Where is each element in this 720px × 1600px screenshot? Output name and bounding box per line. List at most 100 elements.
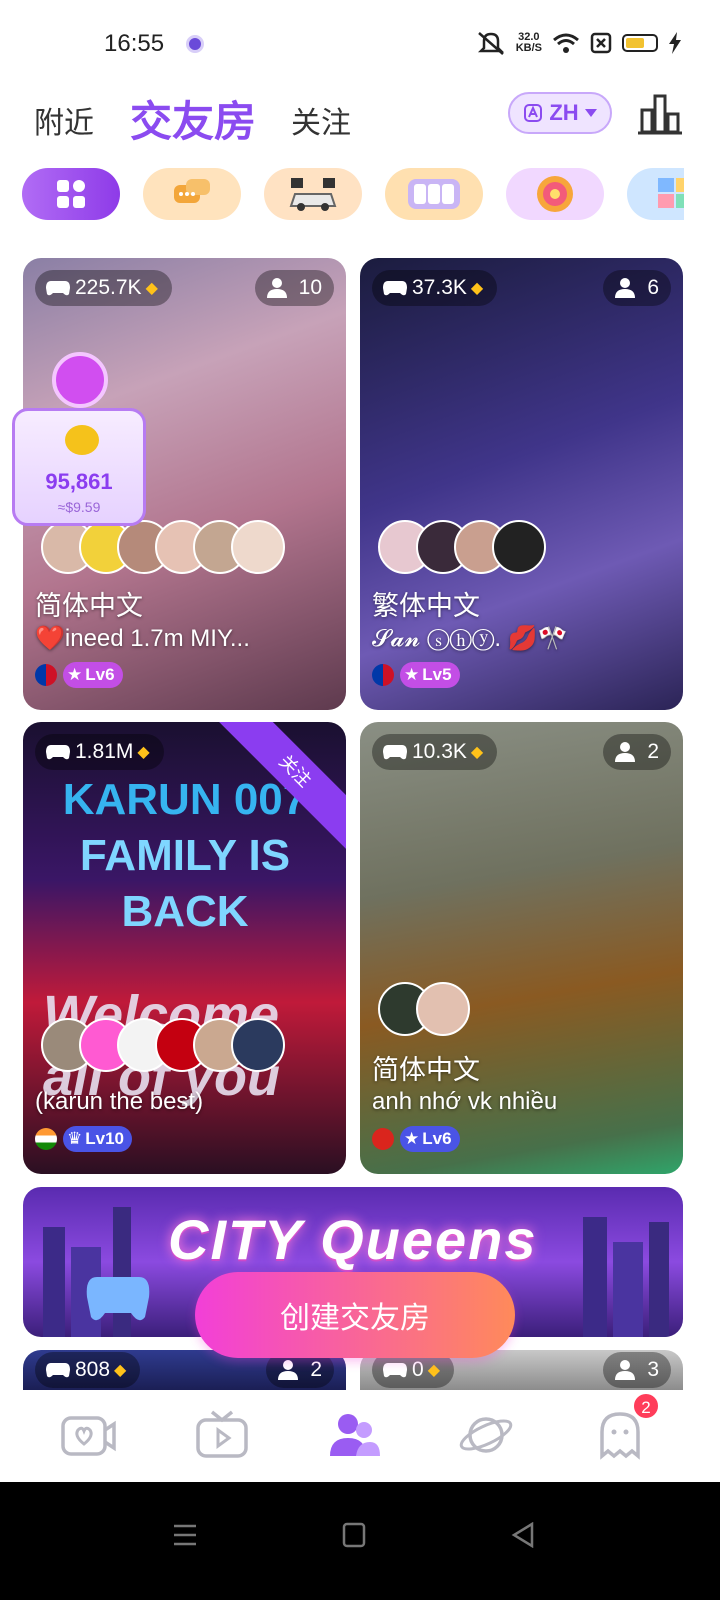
coin-usd-value: ≈$9.59 — [57, 499, 101, 515]
tv-icon[interactable] — [194, 1410, 250, 1460]
language-selector[interactable]: ZH — [508, 92, 612, 134]
bean-coin-icon — [65, 425, 99, 455]
translate-icon — [524, 104, 543, 122]
battery-icon — [622, 34, 658, 52]
room-title: anh nhớ vk nhiều — [372, 1088, 558, 1115]
room-user-count: 2 — [603, 734, 671, 770]
users-icon — [615, 278, 636, 298]
users-icon — [278, 1360, 299, 1380]
member-avatars — [41, 1018, 285, 1074]
star-icon: ★ — [404, 1129, 420, 1148]
avatar — [492, 520, 546, 574]
member-avatars — [378, 982, 470, 1038]
coin-reward-widget[interactable]: 95,861 ≈$9.59 — [12, 352, 146, 528]
users-icon — [615, 742, 636, 762]
category-chat[interactable] — [143, 168, 241, 220]
room-badges: ★ Lv6 — [35, 662, 123, 688]
menu-icon[interactable] — [172, 1522, 198, 1548]
app-indicator-icon — [186, 35, 204, 53]
sim-off-icon — [590, 32, 612, 54]
member-avatars — [41, 520, 285, 576]
dice-board-icon — [658, 178, 684, 208]
mascot-icon — [52, 352, 108, 408]
diamond-icon: ◆ — [145, 280, 158, 297]
gamepad-icon — [46, 281, 70, 296]
diamond-icon: ◆ — [137, 744, 150, 761]
language-label: ZH — [549, 100, 579, 125]
slot-machine-icon — [408, 179, 460, 209]
room-user-count: 10 — [254, 270, 334, 306]
room-title: 𝓢𝓪𝓷 ⓢⓗⓨ. 💋🎌 — [372, 625, 568, 652]
planet-icon[interactable] — [458, 1410, 514, 1460]
tab-following[interactable]: 关注 — [291, 98, 351, 142]
room-user-count: 3 — [603, 1352, 671, 1388]
star-icon: ★ — [404, 665, 420, 684]
tab-friend-room[interactable]: 交友房 — [130, 88, 256, 149]
diamond-icon: ◆ — [470, 744, 484, 761]
level-badge: ★ Lv6 — [400, 1126, 460, 1152]
category-all[interactable] — [22, 168, 120, 220]
charging-icon — [669, 32, 681, 54]
crown-icon: ♛ — [67, 1129, 83, 1148]
flag-vietnam-icon — [372, 1128, 394, 1150]
category-number-game[interactable] — [385, 168, 483, 220]
room-title: ❤️ineed 1.7m MIY... — [35, 625, 250, 652]
system-nav-bar — [0, 1482, 720, 1600]
home-icon[interactable] — [342, 1522, 366, 1548]
tab-nearby[interactable]: 附近 — [34, 98, 94, 142]
room-language: 繁体中文 — [372, 591, 480, 621]
wifi-icon — [553, 33, 579, 53]
category-row — [22, 168, 684, 222]
room-language: 简体中文 — [35, 591, 143, 621]
avatar — [231, 520, 285, 574]
grid-icon — [57, 180, 85, 208]
level-badge: ★ Lv5 — [400, 662, 460, 688]
gamepad-icon — [383, 281, 407, 296]
category-wheel[interactable] — [506, 168, 604, 220]
room-heat: 225.7K ◆ — [35, 270, 172, 306]
star-icon: ★ — [67, 665, 83, 684]
banner-title: CITY Queens — [168, 1208, 538, 1271]
status-bar: 16:55 32.0 KB/S — [0, 0, 720, 80]
users-icon — [266, 278, 287, 298]
room-title: (karun the best) — [35, 1088, 204, 1115]
status-time: 16:55 — [104, 30, 165, 57]
category-board-game[interactable] — [627, 168, 684, 220]
gamepad-icon — [383, 745, 407, 760]
room-badges: ★ Lv6 — [372, 1126, 460, 1152]
gamepad-icon — [46, 1363, 70, 1378]
diamond-icon: ◆ — [114, 1362, 127, 1379]
mute-icon — [477, 32, 504, 55]
create-room-button[interactable]: 创建交友房 — [195, 1272, 515, 1358]
avatar — [416, 982, 470, 1036]
flag-philippines-icon — [35, 664, 57, 686]
back-icon[interactable] — [510, 1522, 536, 1548]
room-poster-text: KARUN 007 FAMILY IS BACK — [62, 775, 308, 936]
bottom-tab-bar — [0, 1390, 720, 1482]
room-card[interactable]: KARUN 007 FAMILY IS BACK Welcome all of … — [23, 722, 346, 1174]
chat-bubble-icon — [174, 179, 210, 203]
room-card[interactable]: 10.3K ◆ 2 简体中文 anh nhớ vk nhiều ★ Lv6 — [360, 722, 683, 1174]
ranking-icon[interactable] — [636, 92, 684, 136]
flag-india-icon — [35, 1128, 57, 1150]
message-count-badge: 2 — [632, 1392, 660, 1420]
room-badges: ♛ Lv10 — [35, 1126, 132, 1152]
room-badges: ★ Lv5 — [372, 662, 460, 688]
avatar — [231, 1018, 285, 1072]
gamepad-icon — [46, 745, 70, 760]
users-icon — [615, 1360, 636, 1380]
member-avatars — [378, 520, 546, 576]
race-car-icon — [289, 178, 337, 211]
coin-value: 95,861 — [45, 469, 113, 494]
diamond-icon: ◆ — [427, 1362, 440, 1379]
room-heat: 1.81M ◆ — [35, 734, 164, 770]
room-card[interactable]: 37.3K ◆ 6 繁体中文 𝓢𝓪𝓷 ⓢⓗⓨ. 💋🎌 ★ Lv5 — [360, 258, 683, 710]
category-racing[interactable] — [264, 168, 362, 220]
live-video-icon[interactable] — [60, 1410, 116, 1460]
flag-philippines-icon — [372, 664, 394, 686]
gamepad-icon — [383, 1363, 407, 1378]
chevron-down-icon — [584, 109, 597, 117]
friend-room-icon[interactable] — [326, 1410, 382, 1460]
room-heat: 10.3K ◆ — [372, 734, 498, 770]
diamond-icon: ◆ — [470, 280, 484, 297]
